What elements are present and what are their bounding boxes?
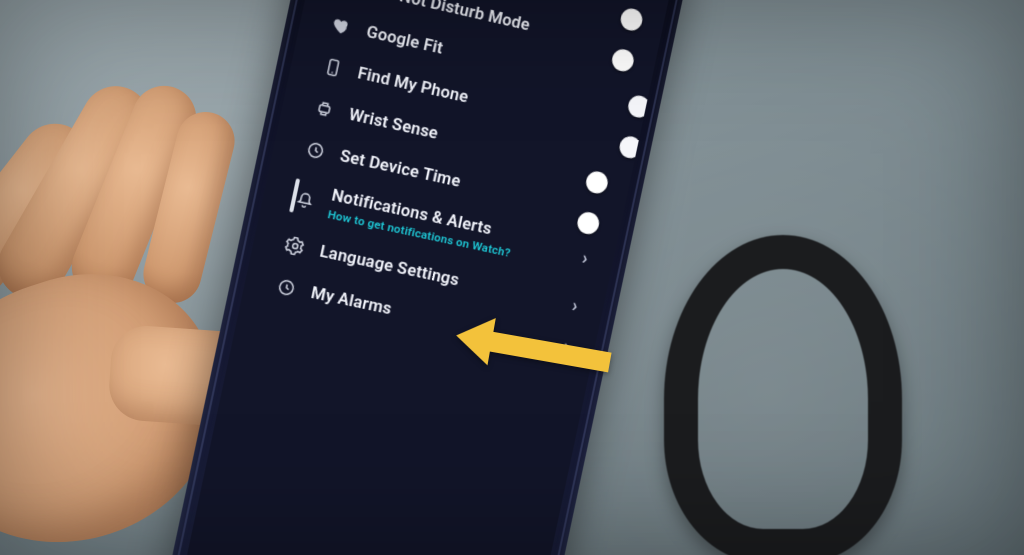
chevron-right-icon: › — [570, 295, 585, 318]
phone-frame: Push Notifications Auto Heart Rate Monit… — [163, 0, 696, 555]
wrist-icon — [311, 96, 337, 123]
phone-screen: Push Notifications Auto Heart Rate Monit… — [180, 0, 680, 555]
chevron-right-icon: › — [580, 248, 595, 271]
bell-icon — [292, 185, 318, 211]
clock-icon — [302, 137, 328, 163]
phone-icon — [320, 54, 346, 81]
gear-icon — [282, 233, 308, 259]
photo-scene: Push Notifications Auto Heart Rate Monit… — [0, 0, 1024, 555]
watch-band-prop — [624, 225, 904, 525]
heart-fit-icon — [329, 13, 355, 40]
clock-icon — [273, 274, 299, 300]
